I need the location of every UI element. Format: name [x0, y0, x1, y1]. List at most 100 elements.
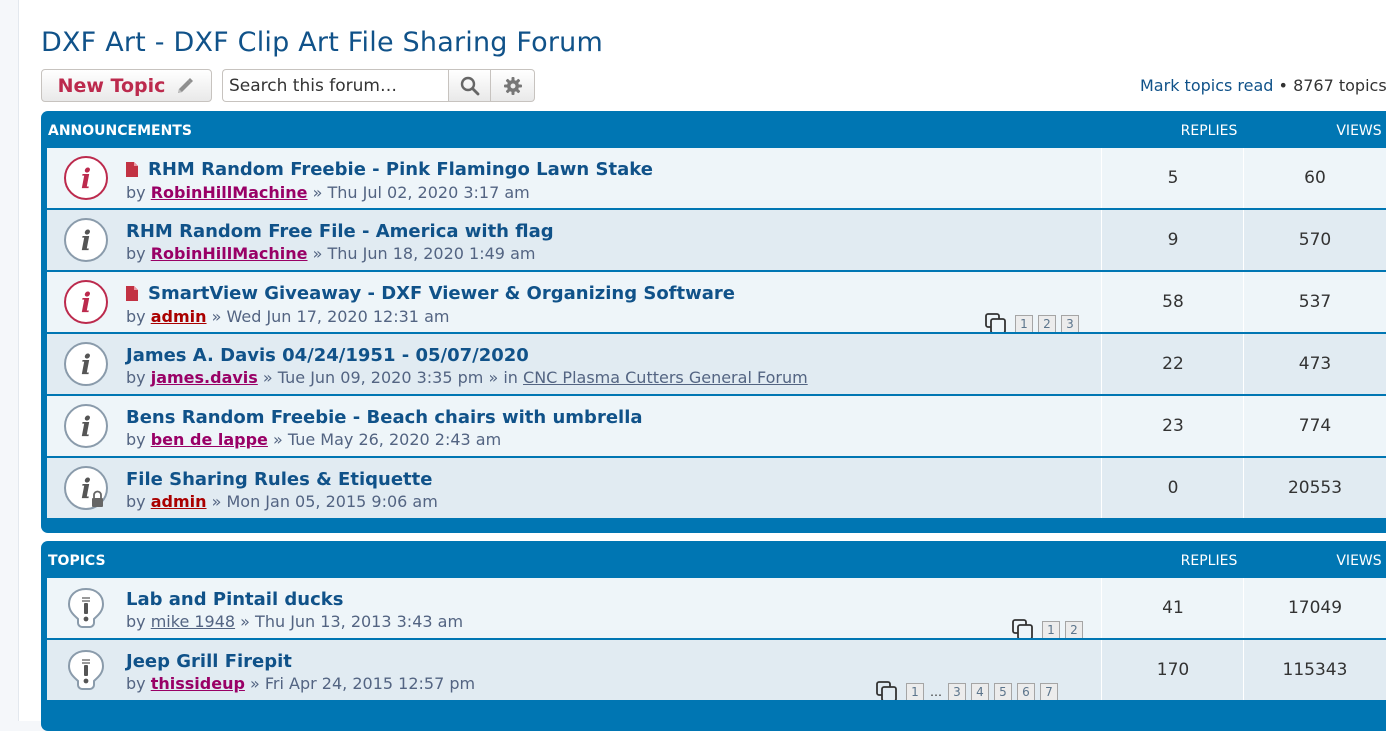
replies-count: 5 [1101, 148, 1244, 208]
topics-header: TOPICS REPLIES VIEWS [47, 541, 1386, 578]
unread-post-icon[interactable] [126, 286, 138, 301]
mark-topics-read-link[interactable]: Mark topics read [1140, 76, 1273, 95]
author-link[interactable]: james.davis [151, 368, 258, 387]
topic-title-link[interactable]: Jeep Grill Firepit [126, 651, 292, 672]
pagination: 1 2 3 [985, 313, 1079, 332]
forum-link[interactable]: CNC Plasma Cutters General Forum [523, 368, 808, 387]
page-link[interactable]: 2 [1038, 315, 1056, 332]
topic-title-link[interactable]: James A. Davis 04/24/1951 - 05/07/2020 [126, 345, 529, 366]
post-date: » Thu Jun 18, 2020 1:49 am [307, 244, 536, 263]
post-date: » Thu Jun 13, 2013 3:43 am [235, 612, 464, 631]
replies-count: 58 [1101, 272, 1244, 332]
svg-text:i: i [81, 474, 91, 505]
topic-title-link[interactable]: SmartView Giveaway - DXF Viewer & Organi… [126, 283, 735, 304]
by-label: by [126, 368, 151, 387]
hot-topic-icon[interactable] [63, 647, 109, 693]
hot-topic-icon[interactable] [63, 585, 109, 631]
topic-info: RHM Random Free File - America with flag… [126, 221, 554, 263]
topic-title: James A. Davis 04/24/1951 - 05/07/2020 [126, 345, 529, 366]
read-announce-icon[interactable]: i [63, 341, 109, 387]
svg-text:i: i [81, 350, 91, 381]
announcements-heading: ANNOUNCEMENTS [48, 123, 192, 139]
topic-meta: by admin » Wed Jun 17, 2020 12:31 am [126, 307, 735, 326]
topic-title-link[interactable]: Bens Random Freebie - Beach chairs with … [126, 407, 643, 428]
topic-title-link[interactable]: Lab and Pintail ducks [126, 589, 343, 610]
read-announce-icon[interactable]: i [63, 217, 109, 263]
author-link[interactable]: RobinHillMachine [151, 183, 308, 202]
advanced-search-button[interactable] [491, 69, 535, 102]
pages-icon[interactable] [985, 313, 1007, 332]
search-button[interactable] [448, 69, 491, 102]
read-announce-icon[interactable]: i [63, 403, 109, 449]
author-link[interactable]: mike 1948 [151, 612, 235, 631]
topic-meta: by thissideup » Fri Apr 24, 2015 12:57 p… [126, 674, 475, 693]
topic-title: Jeep Grill Firepit [126, 651, 292, 672]
page-link[interactable]: 7 [1040, 683, 1058, 700]
topic-row: i RHM Random Free File - America with fl… [47, 210, 1386, 270]
page-link[interactable]: 6 [1017, 683, 1035, 700]
by-label: by [126, 183, 151, 202]
page-link[interactable]: 1 [1042, 621, 1060, 638]
topic-info: File Sharing Rules & Etiquette by admin … [126, 469, 438, 511]
page-link[interactable]: 3 [1061, 315, 1079, 332]
new-topic-button[interactable]: New Topic [41, 69, 212, 102]
pages-icon[interactable] [876, 681, 898, 700]
page-link[interactable]: 5 [994, 683, 1012, 700]
in-label: » in [483, 368, 524, 387]
page-link[interactable]: 2 [1065, 621, 1083, 638]
author-link[interactable]: thissideup [151, 674, 245, 693]
topic-title: SmartView Giveaway - DXF Viewer & Organi… [148, 283, 735, 304]
views-count: 17049 [1243, 578, 1386, 638]
topic-meta: by ben de lappe » Tue May 26, 2020 2:43 … [126, 430, 643, 449]
topic-meta: by admin » Mon Jan 05, 2015 9:06 am [126, 492, 438, 511]
replies-count: 41 [1101, 578, 1244, 638]
page-link[interactable]: 3 [948, 683, 966, 700]
svg-text:i: i [81, 164, 91, 195]
replies-count: 9 [1101, 210, 1244, 270]
pages-icon[interactable] [1012, 619, 1034, 638]
topic-title-link[interactable]: RHM Random Free File - America with flag [126, 221, 554, 242]
replies-count: 23 [1101, 396, 1244, 456]
post-date: » Tue May 26, 2020 2:43 am [267, 430, 502, 449]
svg-text:i: i [81, 226, 91, 257]
topic-count: • 8767 topics [1273, 76, 1386, 95]
views-heading: VIEWS [1336, 553, 1382, 569]
topic-title-link[interactable]: File Sharing Rules & Etiquette [126, 469, 432, 490]
author-link[interactable]: admin [151, 492, 207, 511]
page-link[interactable]: 4 [971, 683, 989, 700]
unread-post-icon[interactable] [126, 162, 138, 177]
replies-heading: REPLIES [1180, 553, 1238, 569]
page-link[interactable]: 1 [906, 683, 924, 700]
page-title[interactable]: DXF Art - DXF Clip Art File Sharing Foru… [41, 27, 603, 58]
topic-row: i Bens Random Freebie - Beach chairs wit… [47, 396, 1386, 456]
locked-announce-icon[interactable]: i [63, 465, 109, 511]
author-link[interactable]: ben de lappe [151, 430, 268, 449]
gear-icon [503, 76, 522, 95]
page-link[interactable]: 1 [1015, 315, 1033, 332]
post-date: » Fri Apr 24, 2015 12:57 pm [244, 674, 476, 693]
unread-global-announce-icon[interactable]: i [63, 155, 109, 201]
topic-meta: by RobinHillMachine » Thu Jun 18, 2020 1… [126, 244, 554, 263]
unread-global-announce-icon[interactable]: i [63, 279, 109, 325]
topic-actions: Mark topics read • 8767 topics [1140, 76, 1386, 95]
search-input[interactable] [222, 69, 448, 102]
topic-row: i SmartView Giveaway - DXF Viewer & Orga… [47, 272, 1386, 332]
topic-meta: by RobinHillMachine » Thu Jul 02, 2020 3… [126, 183, 653, 202]
topic-row: Lab and Pintail ducks by mike 1948 » Thu… [47, 578, 1386, 638]
topic-title-link[interactable]: RHM Random Freebie - Pink Flamingo Lawn … [126, 159, 653, 180]
by-label: by [126, 307, 151, 326]
by-label: by [126, 430, 151, 449]
author-link[interactable]: admin [151, 307, 207, 326]
topic-title: File Sharing Rules & Etiquette [126, 469, 433, 490]
announcements-block: ANNOUNCEMENTS REPLIES VIEWS i RHM Random… [41, 111, 1386, 533]
by-label: by [126, 492, 151, 511]
topics-block: TOPICS REPLIES VIEWS Lab and Pintail duc… [41, 541, 1386, 731]
page-ellipsis: … [930, 685, 942, 699]
author-link[interactable]: RobinHillMachine [151, 244, 308, 263]
post-date: » Tue Jun 09, 2020 3:35 pm [257, 368, 484, 387]
by-label: by [126, 612, 151, 631]
post-date: » Mon Jan 05, 2015 9:06 am [206, 492, 438, 511]
pagination: 1 … 3 4 5 6 7 [876, 681, 1058, 700]
replies-count: 170 [1101, 640, 1244, 700]
forum-search [222, 69, 535, 102]
